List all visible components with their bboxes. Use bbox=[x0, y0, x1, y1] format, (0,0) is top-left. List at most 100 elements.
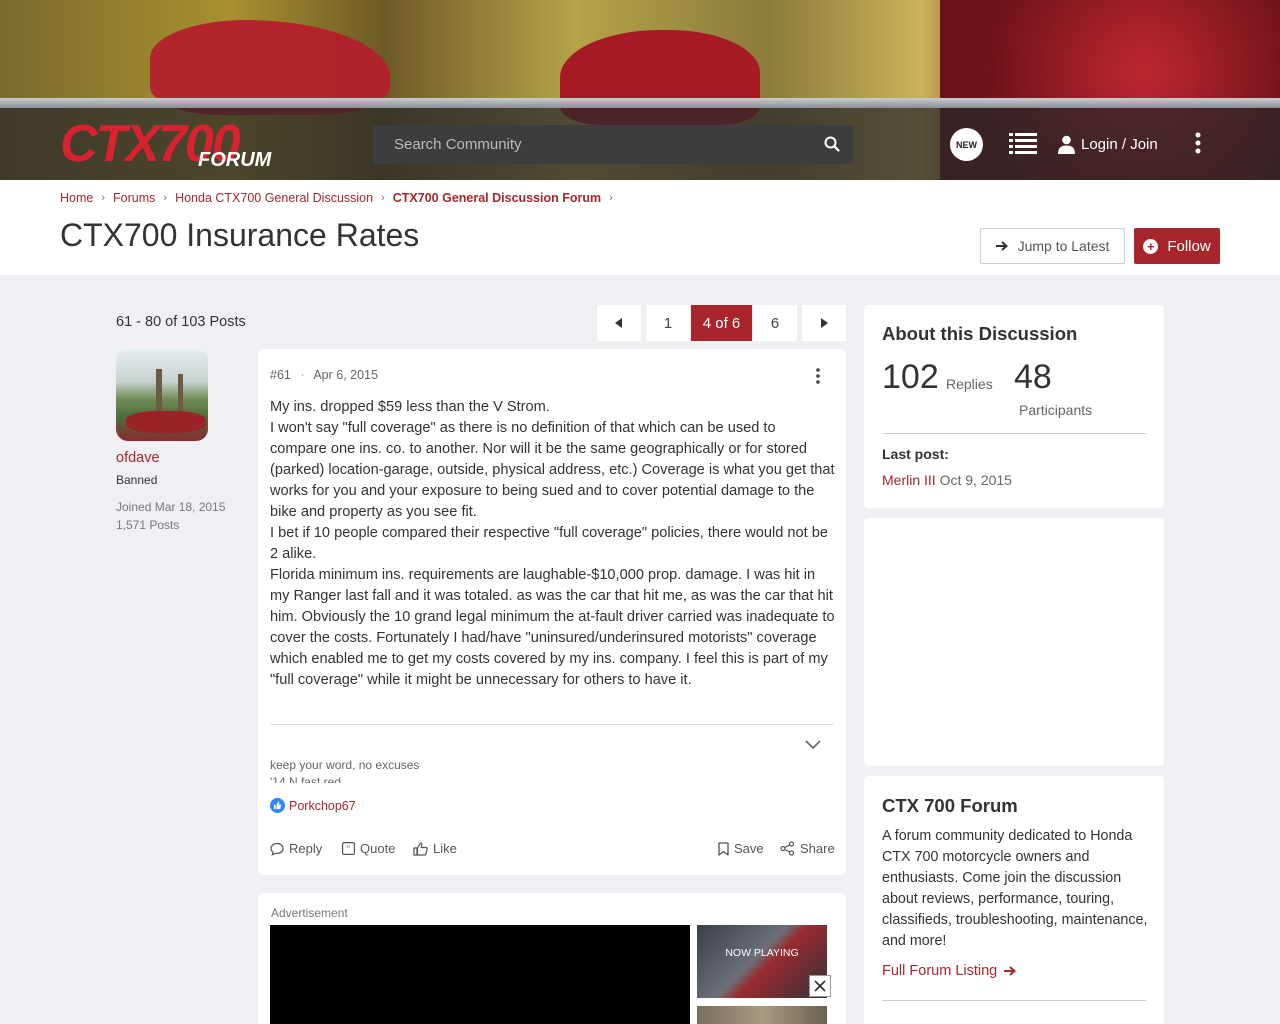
full-listing-label: Full Forum Listing bbox=[882, 963, 998, 979]
save-button[interactable]: Save bbox=[718, 841, 764, 856]
chevron-down-icon[interactable] bbox=[804, 739, 822, 751]
new-badge-label: NEW bbox=[956, 139, 977, 150]
next-page-button[interactable] bbox=[802, 305, 846, 341]
more-menu-icon[interactable] bbox=[1188, 131, 1208, 157]
likes-row: Porkchop67 bbox=[270, 798, 356, 813]
page-title: CTX700 Insurance Rates bbox=[60, 217, 420, 253]
jump-to-latest-button[interactable]: Jump to Latest bbox=[980, 228, 1125, 264]
post-number[interactable]: #61 bbox=[270, 368, 291, 382]
page-label: 6 bbox=[770, 314, 780, 332]
ad-label: Advertisement bbox=[271, 906, 348, 920]
post-body: My ins. dropped $59 less than the V Stro… bbox=[270, 397, 836, 691]
liked-by-user[interactable]: Porkchop67 bbox=[289, 799, 356, 813]
breadcrumb: Home › Forums › Honda CTX700 General Dis… bbox=[60, 191, 621, 205]
forum-info-card: CTX 700 Forum A forum community dedicate… bbox=[864, 776, 1164, 1024]
sidebar-ad-slot bbox=[864, 518, 1164, 766]
chevron-right-icon: › bbox=[101, 192, 106, 204]
forum-description: A forum community dedicated to Honda CTX… bbox=[882, 828, 1148, 949]
signature-line: keep your word, no excuses bbox=[270, 758, 420, 772]
quote-icon: " bbox=[342, 842, 355, 855]
breadcrumb-forums[interactable]: Forums bbox=[113, 191, 155, 205]
post-card: #61 · Apr 6, 2015 My ins. dropped $59 le… bbox=[258, 349, 846, 875]
post-paragraph: I won't say "full coverage" as there is … bbox=[270, 420, 835, 520]
signature-line: '14 N fast red bbox=[270, 775, 341, 783]
post-paragraph: My ins. dropped $59 less than the V Stro… bbox=[270, 399, 550, 415]
login-join-button[interactable]: Login / Join bbox=[1058, 132, 1158, 156]
share-label: Share bbox=[800, 841, 835, 856]
ad-thumbnail-next[interactable] bbox=[697, 1006, 827, 1024]
replies-label: Replies bbox=[946, 376, 993, 392]
search-icon[interactable] bbox=[823, 135, 841, 153]
chevron-right-icon: › bbox=[609, 192, 613, 204]
post-paragraph: I bet if 10 people compared their respec… bbox=[270, 525, 828, 562]
header-photo-guardrail bbox=[0, 98, 1280, 108]
post-count: 61 - 80 of 103 Posts bbox=[116, 314, 246, 330]
follow-label: Follow bbox=[1167, 237, 1211, 255]
plus-circle-icon: + bbox=[1143, 238, 1159, 254]
quote-label: Quote bbox=[360, 841, 396, 856]
post-paragraph: Florida minimum ins. requirements are la… bbox=[270, 567, 835, 688]
about-discussion-card: About this Discussion 102 Replies 48 Par… bbox=[864, 305, 1164, 508]
thumbs-up-icon bbox=[413, 841, 428, 856]
like-button[interactable]: Like bbox=[413, 841, 457, 856]
author-post-count: 1,571 Posts bbox=[116, 518, 180, 532]
now-playing-label: NOW PLAYING bbox=[725, 947, 799, 959]
advertisement-card: Advertisement NOW PLAYING bbox=[258, 893, 846, 1024]
search-input[interactable] bbox=[373, 125, 813, 164]
share-button[interactable]: Share bbox=[780, 841, 835, 856]
search-box bbox=[373, 125, 853, 164]
prev-page-button[interactable] bbox=[597, 305, 641, 341]
breadcrumb-home[interactable]: Home bbox=[60, 191, 93, 205]
meta-separator: · bbox=[300, 368, 305, 382]
save-label: Save bbox=[734, 841, 764, 856]
page-button-first[interactable]: 1 bbox=[646, 305, 690, 341]
thumbs-up-badge-icon bbox=[270, 798, 285, 813]
author-role: Banned bbox=[116, 473, 158, 487]
ad-thumbnail-now-playing[interactable]: NOW PLAYING bbox=[697, 925, 827, 998]
reply-button[interactable]: Reply bbox=[270, 841, 322, 856]
close-icon[interactable] bbox=[809, 975, 831, 997]
quote-button[interactable]: " Quote bbox=[342, 841, 395, 856]
user-icon bbox=[1058, 135, 1075, 154]
svg-text:": " bbox=[347, 845, 351, 854]
divider bbox=[882, 1000, 1146, 1001]
login-label: Login / Join bbox=[1081, 135, 1158, 153]
post-signature: keep your word, no excuses '14 N fast re… bbox=[270, 757, 570, 783]
new-posts-icon[interactable]: NEW bbox=[950, 128, 983, 161]
post-date[interactable]: Apr 6, 2015 bbox=[313, 368, 378, 382]
full-forum-listing-link[interactable]: Full Forum Listing bbox=[882, 963, 1017, 979]
chevron-right-icon: › bbox=[163, 192, 168, 204]
arrow-right-icon bbox=[1004, 966, 1017, 976]
last-post-info: Merlin III Oct 9, 2015 bbox=[882, 472, 1012, 488]
breadcrumb-category[interactable]: Honda CTX700 General Discussion bbox=[175, 191, 373, 205]
page-button-current[interactable]: 4 of 6 bbox=[691, 305, 752, 341]
page-button-last[interactable]: 6 bbox=[753, 305, 797, 341]
caret-left-icon bbox=[615, 318, 622, 328]
author-name[interactable]: ofdave bbox=[116, 450, 160, 466]
author-joined-date: Joined Mar 18, 2015 bbox=[116, 500, 226, 514]
arrow-right-icon bbox=[995, 241, 1008, 251]
last-post-date: Oct 9, 2015 bbox=[939, 472, 1012, 488]
avatar[interactable] bbox=[116, 349, 208, 441]
page-label: 4 of 6 bbox=[702, 314, 741, 332]
avatar-detail bbox=[126, 411, 206, 433]
signature-divider bbox=[270, 724, 834, 725]
participants-count: 48 bbox=[1014, 358, 1052, 396]
thread-title-area: Home › Forums › Honda CTX700 General Dis… bbox=[0, 180, 1280, 275]
ad-video-player[interactable] bbox=[270, 925, 690, 1024]
forum-title: CTX 700 Forum bbox=[882, 795, 1018, 816]
post-meta: #61 · Apr 6, 2015 bbox=[270, 368, 378, 382]
caret-right-icon bbox=[821, 318, 828, 328]
follow-button[interactable]: + Follow bbox=[1134, 228, 1220, 264]
list-icon[interactable] bbox=[1009, 132, 1037, 156]
page-label: 1 bbox=[663, 314, 673, 332]
site-logo[interactable]: CTX700 FORUM bbox=[60, 118, 286, 172]
breadcrumb-forum[interactable]: CTX700 General Discussion Forum bbox=[393, 191, 601, 205]
reply-label: Reply bbox=[289, 841, 323, 856]
logo-sub-text: FORUM bbox=[198, 149, 272, 171]
divider bbox=[882, 433, 1146, 434]
like-label: Like bbox=[433, 841, 457, 856]
last-post-user[interactable]: Merlin III bbox=[882, 472, 936, 488]
post-options-icon[interactable] bbox=[811, 367, 825, 385]
share-icon bbox=[780, 841, 795, 856]
